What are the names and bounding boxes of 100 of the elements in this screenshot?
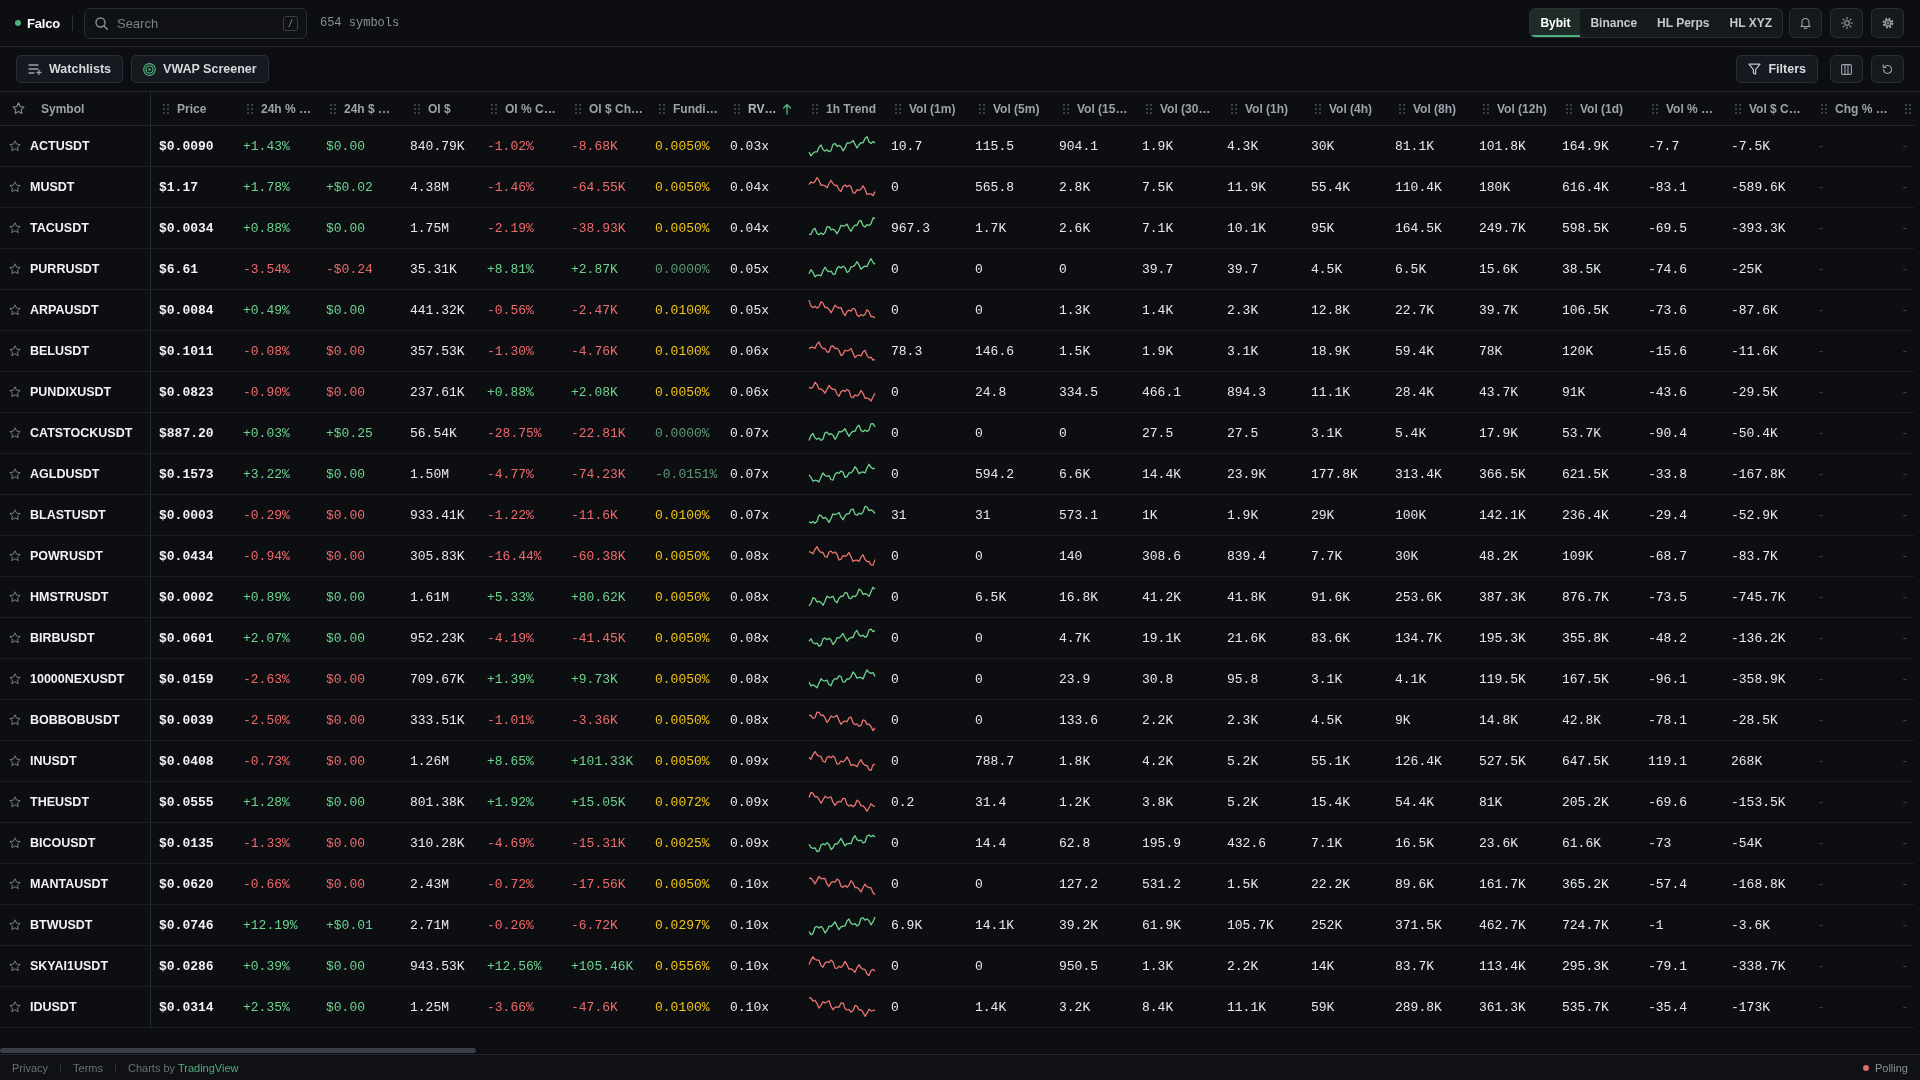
- drag-handle-icon[interactable]: [1315, 103, 1321, 114]
- column-header[interactable]: 24h % …: [235, 92, 318, 125]
- symbol-name: POWRUSDT: [30, 549, 103, 563]
- theme-button[interactable]: [1830, 8, 1863, 38]
- exchange-tab[interactable]: Bybit: [1530, 9, 1581, 37]
- footer-link[interactable]: Privacy: [12, 1061, 49, 1074]
- column-header[interactable]: Vol (1m): [883, 92, 967, 125]
- table-cell-text: 709.67K: [409, 670, 466, 689]
- drag-handle-icon[interactable]: [734, 103, 740, 114]
- table-cell-text: 0.10x: [729, 916, 770, 935]
- drag-handle-icon[interactable]: [1735, 103, 1741, 114]
- star-icon[interactable]: [9, 755, 21, 767]
- drag-handle-icon[interactable]: [1905, 103, 1911, 114]
- table-cell-text: 11.9K: [1226, 178, 1267, 197]
- column-header[interactable]: Price: [151, 92, 235, 125]
- column-header[interactable]: Vol (12h): [1471, 92, 1554, 125]
- star-icon[interactable]: [9, 263, 21, 275]
- column-header[interactable]: Vol $ C…: [1723, 92, 1809, 125]
- table-cell-text: 120K: [1561, 342, 1595, 361]
- star-icon[interactable]: [9, 386, 21, 398]
- exchange-tab[interactable]: HL XYZ: [1719, 9, 1782, 37]
- watchlists-button[interactable]: Watchlists: [16, 55, 124, 83]
- drag-handle-icon[interactable]: [575, 103, 581, 114]
- table-cell-text: 83.7K: [1394, 957, 1435, 976]
- star-icon[interactable]: [9, 960, 21, 972]
- column-header[interactable]: Vol (15…: [1051, 92, 1134, 125]
- drag-handle-icon[interactable]: [1399, 103, 1405, 114]
- column-header[interactable]: Vol (1d): [1554, 92, 1640, 125]
- drag-handle-icon[interactable]: [979, 103, 985, 114]
- star-icon[interactable]: [9, 1001, 21, 1013]
- star-icon[interactable]: [9, 427, 21, 439]
- star-icon[interactable]: [9, 468, 21, 480]
- table-cell-text: 313.4K: [1394, 465, 1443, 484]
- star-icon[interactable]: [9, 878, 21, 890]
- column-header[interactable]: 24h $ …: [318, 92, 402, 125]
- drag-handle-icon[interactable]: [491, 103, 497, 114]
- table-cell-text: 0.10x: [729, 957, 770, 976]
- star-icon[interactable]: [9, 140, 21, 152]
- exchange-tab[interactable]: HL Perps: [1647, 9, 1720, 37]
- column-header[interactable]: OI $ Ch…: [563, 92, 647, 125]
- drag-handle-icon[interactable]: [895, 103, 901, 114]
- star-icon[interactable]: [9, 345, 21, 357]
- column-header[interactable]: Vol % …: [1640, 92, 1723, 125]
- settings-button[interactable]: [1871, 8, 1904, 38]
- drag-handle-icon[interactable]: [1483, 103, 1489, 114]
- drag-handle-icon[interactable]: [1146, 103, 1152, 114]
- scrollbar-thumb[interactable]: [0, 1048, 476, 1053]
- table-cell-text: +0.39%: [242, 957, 291, 976]
- column-header[interactable]: Vol (1h): [1219, 92, 1303, 125]
- column-header[interactable]: Vol (30…: [1134, 92, 1219, 125]
- footer-link[interactable]: Terms: [73, 1061, 103, 1074]
- table-cell-text: -: [1816, 834, 1826, 853]
- table-cell-text: 43.7K: [1478, 383, 1519, 402]
- column-header[interactable]: Vol (5m): [967, 92, 1051, 125]
- column-header[interactable]: 1h Trend: [800, 92, 883, 125]
- table-cell-text: 252K: [1310, 916, 1344, 935]
- star-icon[interactable]: [9, 509, 21, 521]
- reset-button[interactable]: [1871, 55, 1904, 83]
- table-cell-text: 54.4K: [1394, 793, 1435, 812]
- exchange-tab[interactable]: Binance: [1580, 9, 1648, 37]
- star-icon[interactable]: [9, 550, 21, 562]
- star-icon[interactable]: [9, 591, 21, 603]
- column-header[interactable]: Vol (8h): [1387, 92, 1471, 125]
- star-icon[interactable]: [9, 714, 21, 726]
- drag-handle-icon[interactable]: [1821, 103, 1827, 114]
- drag-handle-icon[interactable]: [247, 103, 253, 114]
- notifications-button[interactable]: [1789, 8, 1822, 38]
- column-header[interactable]: Vol (4h): [1303, 92, 1387, 125]
- star-icon[interactable]: [9, 796, 21, 808]
- column-header[interactable]: OI % C…: [479, 92, 563, 125]
- filters-button[interactable]: Filters: [1736, 55, 1818, 83]
- drag-handle-icon[interactable]: [1063, 103, 1069, 114]
- column-header[interactable]: OI $: [402, 92, 479, 125]
- vwap-screener-button[interactable]: VWAP Screener: [131, 55, 269, 83]
- star-icon[interactable]: [9, 837, 21, 849]
- drag-handle-icon[interactable]: [1231, 103, 1237, 114]
- table-cell-text: 11.1K: [1226, 998, 1267, 1017]
- drag-handle-icon[interactable]: [1652, 103, 1658, 114]
- columns-button[interactable]: [1830, 55, 1863, 83]
- star-icon[interactable]: [9, 673, 21, 685]
- drag-handle-icon[interactable]: [163, 103, 169, 114]
- column-header[interactable]: RV…: [722, 92, 800, 125]
- tradingview-link[interactable]: TradingView: [177, 1061, 239, 1074]
- drag-handle-icon[interactable]: [414, 103, 420, 114]
- table-cell-text: -: [1900, 547, 1910, 566]
- star-icon[interactable]: [9, 222, 21, 234]
- star-icon[interactable]: [9, 304, 21, 316]
- drag-handle-icon[interactable]: [659, 103, 665, 114]
- table-cell-text: 95.8: [1226, 670, 1260, 689]
- column-header[interactable]: Fundi…: [647, 92, 722, 125]
- table-cell-text: 113.4K: [1478, 957, 1527, 976]
- column-header[interactable]: Symbol: [0, 92, 151, 125]
- drag-handle-icon[interactable]: [1566, 103, 1572, 114]
- drag-handle-icon[interactable]: [812, 103, 818, 114]
- star-icon[interactable]: [9, 632, 21, 644]
- star-icon[interactable]: [9, 919, 21, 931]
- star-icon[interactable]: [9, 181, 21, 193]
- column-header[interactable]: Chg % …: [1809, 92, 1893, 125]
- drag-handle-icon[interactable]: [330, 103, 336, 114]
- table-cell-text: 35.31K: [409, 260, 458, 279]
